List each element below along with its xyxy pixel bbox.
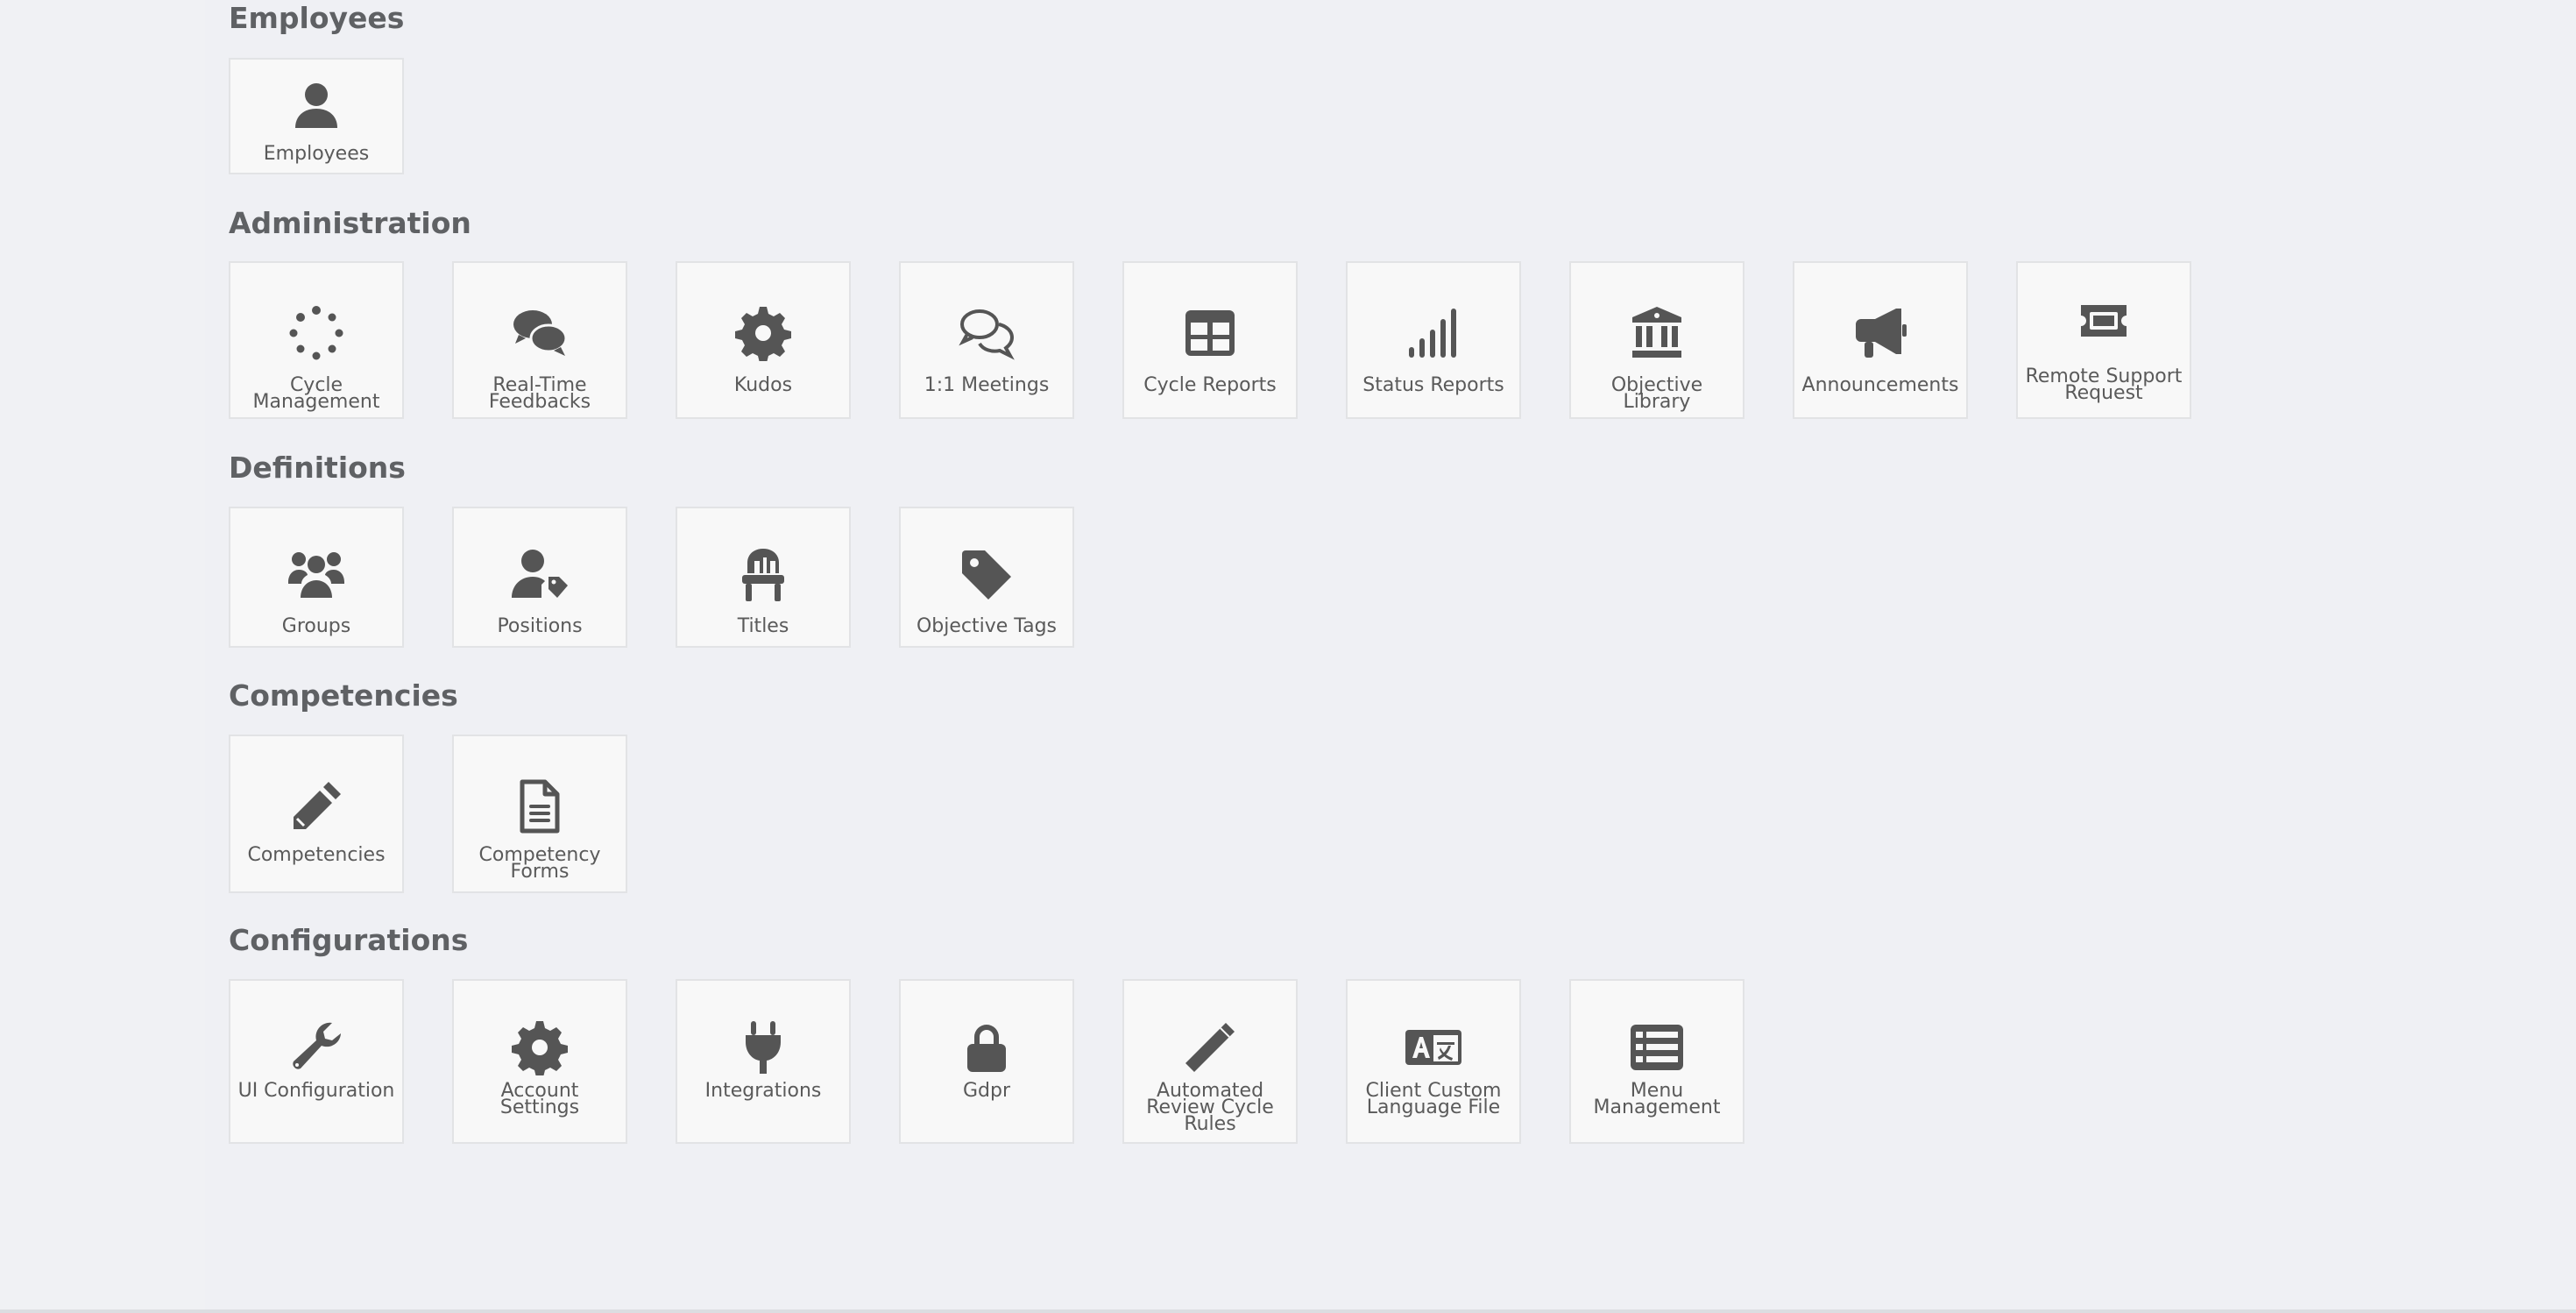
card-cycle-management[interactable]: Cycle Management: [229, 261, 404, 419]
chat-outline-icon: [959, 305, 1015, 361]
card-label: Cycle Reports: [1143, 374, 1277, 396]
signal-bars-icon: [1405, 305, 1461, 361]
card-account-settings[interactable]: Account Settings: [452, 979, 627, 1144]
section-employees: Employees: [229, 4, 404, 32]
section-configurations: Configurations: [229, 926, 468, 955]
cards-configurations: UI Configuration Account Settings Integr…: [229, 979, 1744, 1144]
magic-wand-icon: [1182, 1019, 1238, 1075]
plug-icon: [735, 1019, 791, 1075]
card-label: Positions: [497, 615, 583, 637]
card-label: Automated Review Cycle Rules: [1146, 1080, 1274, 1135]
card-objective-tags[interactable]: Objective Tags: [899, 507, 1074, 648]
card-titles[interactable]: Titles: [676, 507, 851, 648]
card-label: Account Settings: [499, 1080, 580, 1118]
card-label: Kudos: [733, 374, 793, 396]
list-icon: [1629, 1019, 1685, 1075]
card-competencies[interactable]: Competencies: [229, 735, 404, 893]
tag-icon: [959, 547, 1015, 603]
card-label: Gdpr: [962, 1080, 1011, 1102]
section-title-definitions: Definitions: [229, 451, 406, 485]
card-objective-library[interactable]: Objective Library: [1569, 261, 1744, 419]
card-label: Objective Tags: [916, 615, 1057, 637]
card-label: UI Configuration: [237, 1080, 395, 1102]
card-automated-review-cycle-rules[interactable]: Automated Review Cycle Rules: [1122, 979, 1298, 1144]
card-gdpr[interactable]: Gdpr: [899, 979, 1074, 1144]
wrench-icon: [288, 1019, 344, 1075]
card-client-custom-language-file[interactable]: Client Custom Language File: [1346, 979, 1521, 1144]
language-icon: [1405, 1019, 1461, 1075]
card-employees[interactable]: Employees: [229, 58, 404, 174]
table-icon: [1182, 305, 1238, 361]
section-title-administration: Administration: [229, 206, 471, 240]
section-title-configurations: Configurations: [229, 923, 469, 957]
cards-competencies: Competencies Competency Forms: [229, 735, 627, 893]
card-label: Status Reports: [1362, 374, 1504, 396]
lock-icon: [959, 1019, 1015, 1075]
pencil-icon: [288, 778, 344, 834]
spinner-icon: [288, 305, 344, 361]
users-icon: [288, 547, 344, 603]
user-tag-icon: [512, 547, 568, 603]
card-status-reports[interactable]: Status Reports: [1346, 261, 1521, 419]
card-label: Competencies: [247, 844, 386, 866]
card-menu-management[interactable]: Menu Management: [1569, 979, 1744, 1144]
document-icon: [512, 778, 568, 834]
card-positions[interactable]: Positions: [452, 507, 627, 648]
card-label: Announcements: [1801, 374, 1959, 396]
bottom-divider: [0, 1309, 2576, 1313]
left-gutter: [0, 0, 205, 1313]
bank-icon: [1629, 305, 1685, 361]
card-label: Objective Library: [1610, 374, 1703, 413]
cards-definitions: Groups Positions Titles Objective Tags: [229, 507, 1074, 648]
card-label: 1:1 Meetings: [924, 374, 1050, 396]
section-definitions: Definitions: [229, 453, 406, 482]
ticket-icon: [2076, 293, 2132, 349]
card-label: Real-Time Feedbacks: [488, 374, 591, 413]
card-1-1-meetings[interactable]: 1:1 Meetings: [899, 261, 1074, 419]
card-competency-forms[interactable]: Competency Forms: [452, 735, 627, 893]
card-label: Titles: [737, 615, 789, 637]
section-title-employees: Employees: [229, 1, 405, 35]
card-kudos[interactable]: Kudos: [676, 261, 851, 419]
megaphone-icon: [1852, 305, 1908, 361]
card-real-time-feedbacks[interactable]: Real-Time Feedbacks: [452, 261, 627, 419]
card-label: Client Custom Language File: [1365, 1080, 1502, 1118]
card-announcements[interactable]: Announcements: [1793, 261, 1968, 419]
chat-bubbles-icon: [512, 305, 568, 361]
card-ui-configuration[interactable]: UI Configuration: [229, 979, 404, 1144]
gear-icon: [512, 1019, 568, 1075]
section-competencies: Competencies: [229, 681, 458, 710]
card-label: Employees: [263, 143, 370, 165]
cards-administration: Cycle Management Real-Time Feedbacks Kud…: [229, 261, 2191, 419]
card-label: Groups: [281, 615, 351, 637]
card-groups[interactable]: Groups: [229, 507, 404, 648]
gear-icon: [735, 305, 791, 361]
card-cycle-reports[interactable]: Cycle Reports: [1122, 261, 1298, 419]
section-administration: Administration: [229, 209, 471, 238]
card-remote-support-request[interactable]: Remote Support Request: [2016, 261, 2191, 419]
card-label: Remote Support Request: [2025, 366, 2183, 404]
card-label: Integrations: [704, 1080, 822, 1102]
card-label: Menu Management: [1593, 1080, 1721, 1118]
chair-icon: [735, 547, 791, 603]
card-integrations[interactable]: Integrations: [676, 979, 851, 1144]
card-label: Cycle Management: [252, 374, 380, 413]
user-icon: [288, 77, 344, 133]
cards-employees: Employees: [229, 58, 404, 174]
card-label: Competency Forms: [478, 844, 601, 883]
section-title-competencies: Competencies: [229, 678, 458, 713]
